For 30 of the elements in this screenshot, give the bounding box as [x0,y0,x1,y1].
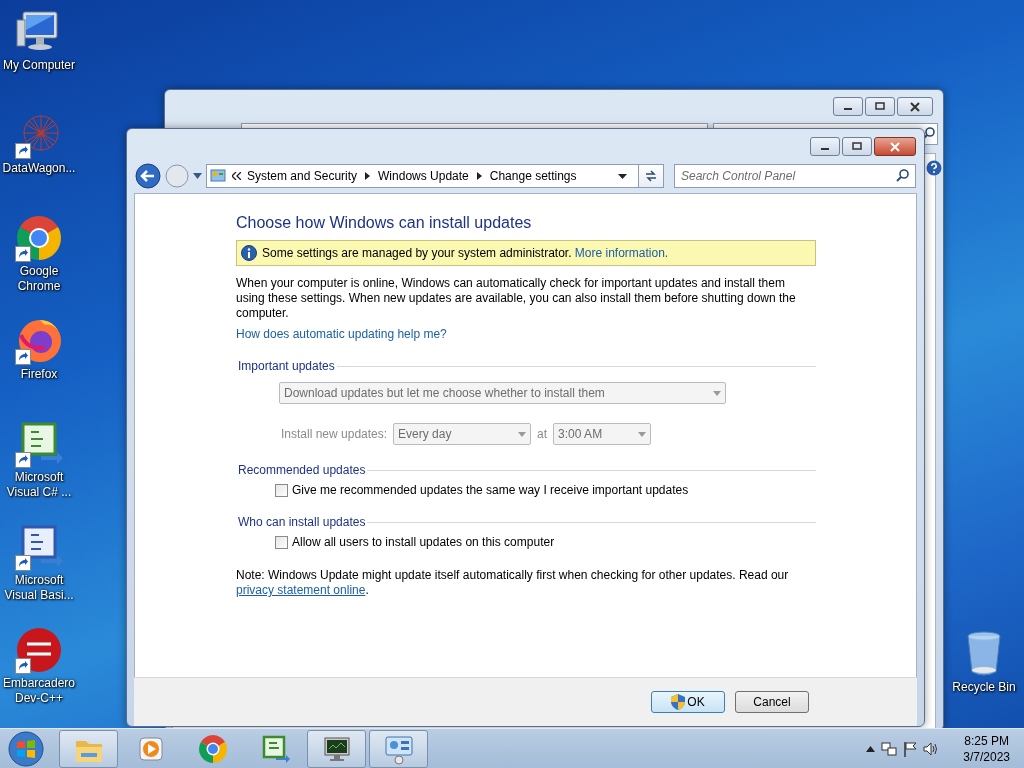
ok-button[interactable]: OK [651,691,725,713]
checkbox-label[interactable]: Allow all users to install updates on this computer [292,535,555,549]
breadcrumb-item[interactable]: Change settings [489,169,577,183]
help-link[interactable]: How does automatic updating help me? [236,327,447,341]
cancel-button[interactable]: Cancel [735,691,809,713]
icon-label[interactable]: Microsoft Visual Basi... [0,573,78,603]
icon-label[interactable]: My Computer [0,58,78,73]
icon-label[interactable]: Recycle Bin [946,680,1022,695]
section-title: Important updates [237,359,335,373]
page-heading: Choose how Windows can install updates [236,214,533,232]
field-label: at [537,427,548,441]
section-title: Who can install updates [237,515,366,529]
search-field[interactable]: Search Control Panel [674,164,916,188]
more-info-link[interactable]: More information. [574,246,669,260]
icon-label[interactable]: Microsoft Visual C# ... [0,470,78,500]
intro-paragraph: When your computer is online, Windows can automatically check for important updates and install them using these settings. When new updates are available, you can also install them before shutting down the computer. [236,276,797,321]
note-paragraph: Note: Windows Update might update itself automatically first when checking for other updates. Read our privacy statement online. [236,568,790,598]
section-title: Recommended updates [237,463,366,477]
breadcrumb-item[interactable]: System and Security [247,169,358,183]
icon-label[interactable]: Firefox [0,367,78,382]
icon-label[interactable]: Google Chrome [0,264,78,294]
breadcrumb-item[interactable]: Windows Update [378,169,469,183]
clock-date[interactable]: 3/7/2023 [963,749,1010,765]
icon-label[interactable]: DataWagon... [0,161,78,176]
clock-time[interactable]: 8:25 PM [964,733,1009,749]
notice-text: Some settings are managed by your system administrator. More information. [262,246,669,260]
address-bar[interactable]: System and Security Windows Update Change settings [206,164,664,188]
icon-label[interactable]: Embarcadero Dev-C++ [0,676,78,706]
checkbox-label[interactable]: Give me recommended updates the same way I receive important updates [292,483,689,497]
field-label: Install new updates: [281,427,388,441]
